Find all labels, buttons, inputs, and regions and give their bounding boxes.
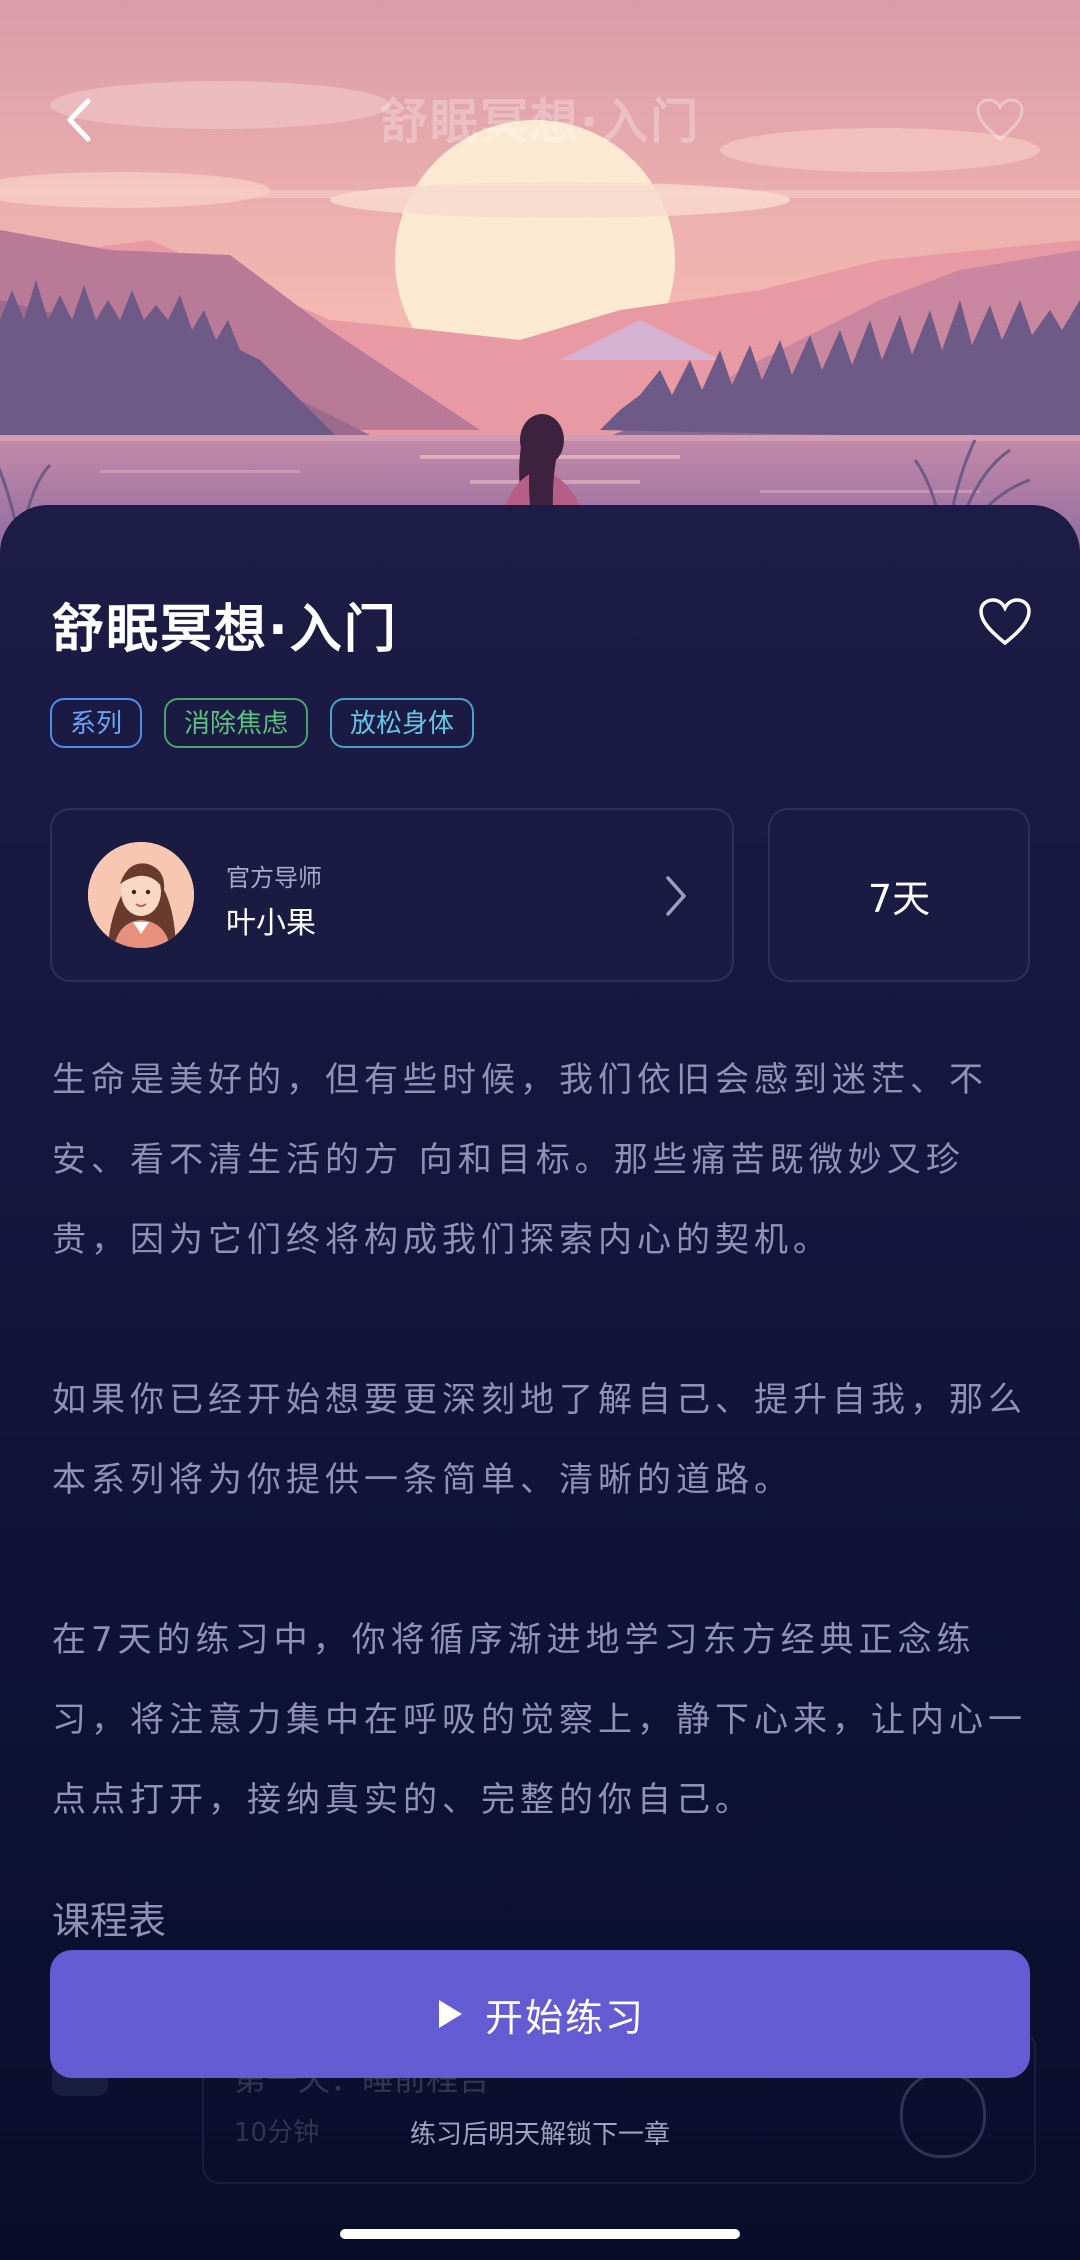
top-bar: 舒眠冥想·入门 <box>0 60 1080 170</box>
start-practice-label: 开始练习 <box>484 1995 645 2040</box>
course-description: 生命是美好的，但有些时候，我们依旧会感到迷茫、不安、看不清生活的方 向和目标。那… <box>52 1040 1032 1920</box>
header-favorite-button[interactable] <box>970 90 1030 150</box>
favorite-button[interactable] <box>978 597 1032 651</box>
heart-outline-icon <box>979 598 1031 646</box>
schedule-title: 课程表 <box>52 1899 167 1943</box>
header-title: 舒眠冥想·入门 <box>379 94 701 150</box>
tag-relieve-anxiety[interactable]: 消除焦虑 <box>164 698 309 748</box>
teacher-role: 官方导师 <box>226 864 322 892</box>
home-indicator[interactable] <box>340 2229 740 2239</box>
unlock-hint: 练习后明天解锁下一章 <box>409 2120 670 2150</box>
avatar <box>88 842 194 948</box>
tag-series[interactable]: 系列 <box>50 698 143 748</box>
description-paragraph: 如果你已经开始想要更深刻地了解自己、提升自我，那么本系列将为你提供一条简单、清晰… <box>52 1380 1027 1500</box>
course-title: 舒眠冥想·入门 <box>52 600 398 660</box>
teacher-name: 叶小果 <box>226 906 316 941</box>
description-paragraph: 在7天的练习中，你将循序渐进地学习东方经典正念练习，将注意力集中在呼吸的觉察上，… <box>52 1620 1027 1820</box>
teacher-card[interactable]: 官方导师 叶小果 <box>50 808 734 982</box>
play-icon <box>438 2000 462 2028</box>
heart-outline-icon <box>976 98 1024 141</box>
tag-relax-body[interactable]: 放松身体 <box>330 698 475 748</box>
description-paragraph: 生命是美好的，但有些时候，我们依旧会感到迷茫、不安、看不清生活的方 向和目标。那… <box>52 1060 988 1260</box>
duration-card: 7天 <box>768 808 1030 982</box>
start-practice-button[interactable]: 开始练习 <box>50 1950 1030 2078</box>
tag-list: 系列 消除焦虑 放松身体 <box>50 698 475 748</box>
chevron-right-icon <box>666 876 686 916</box>
